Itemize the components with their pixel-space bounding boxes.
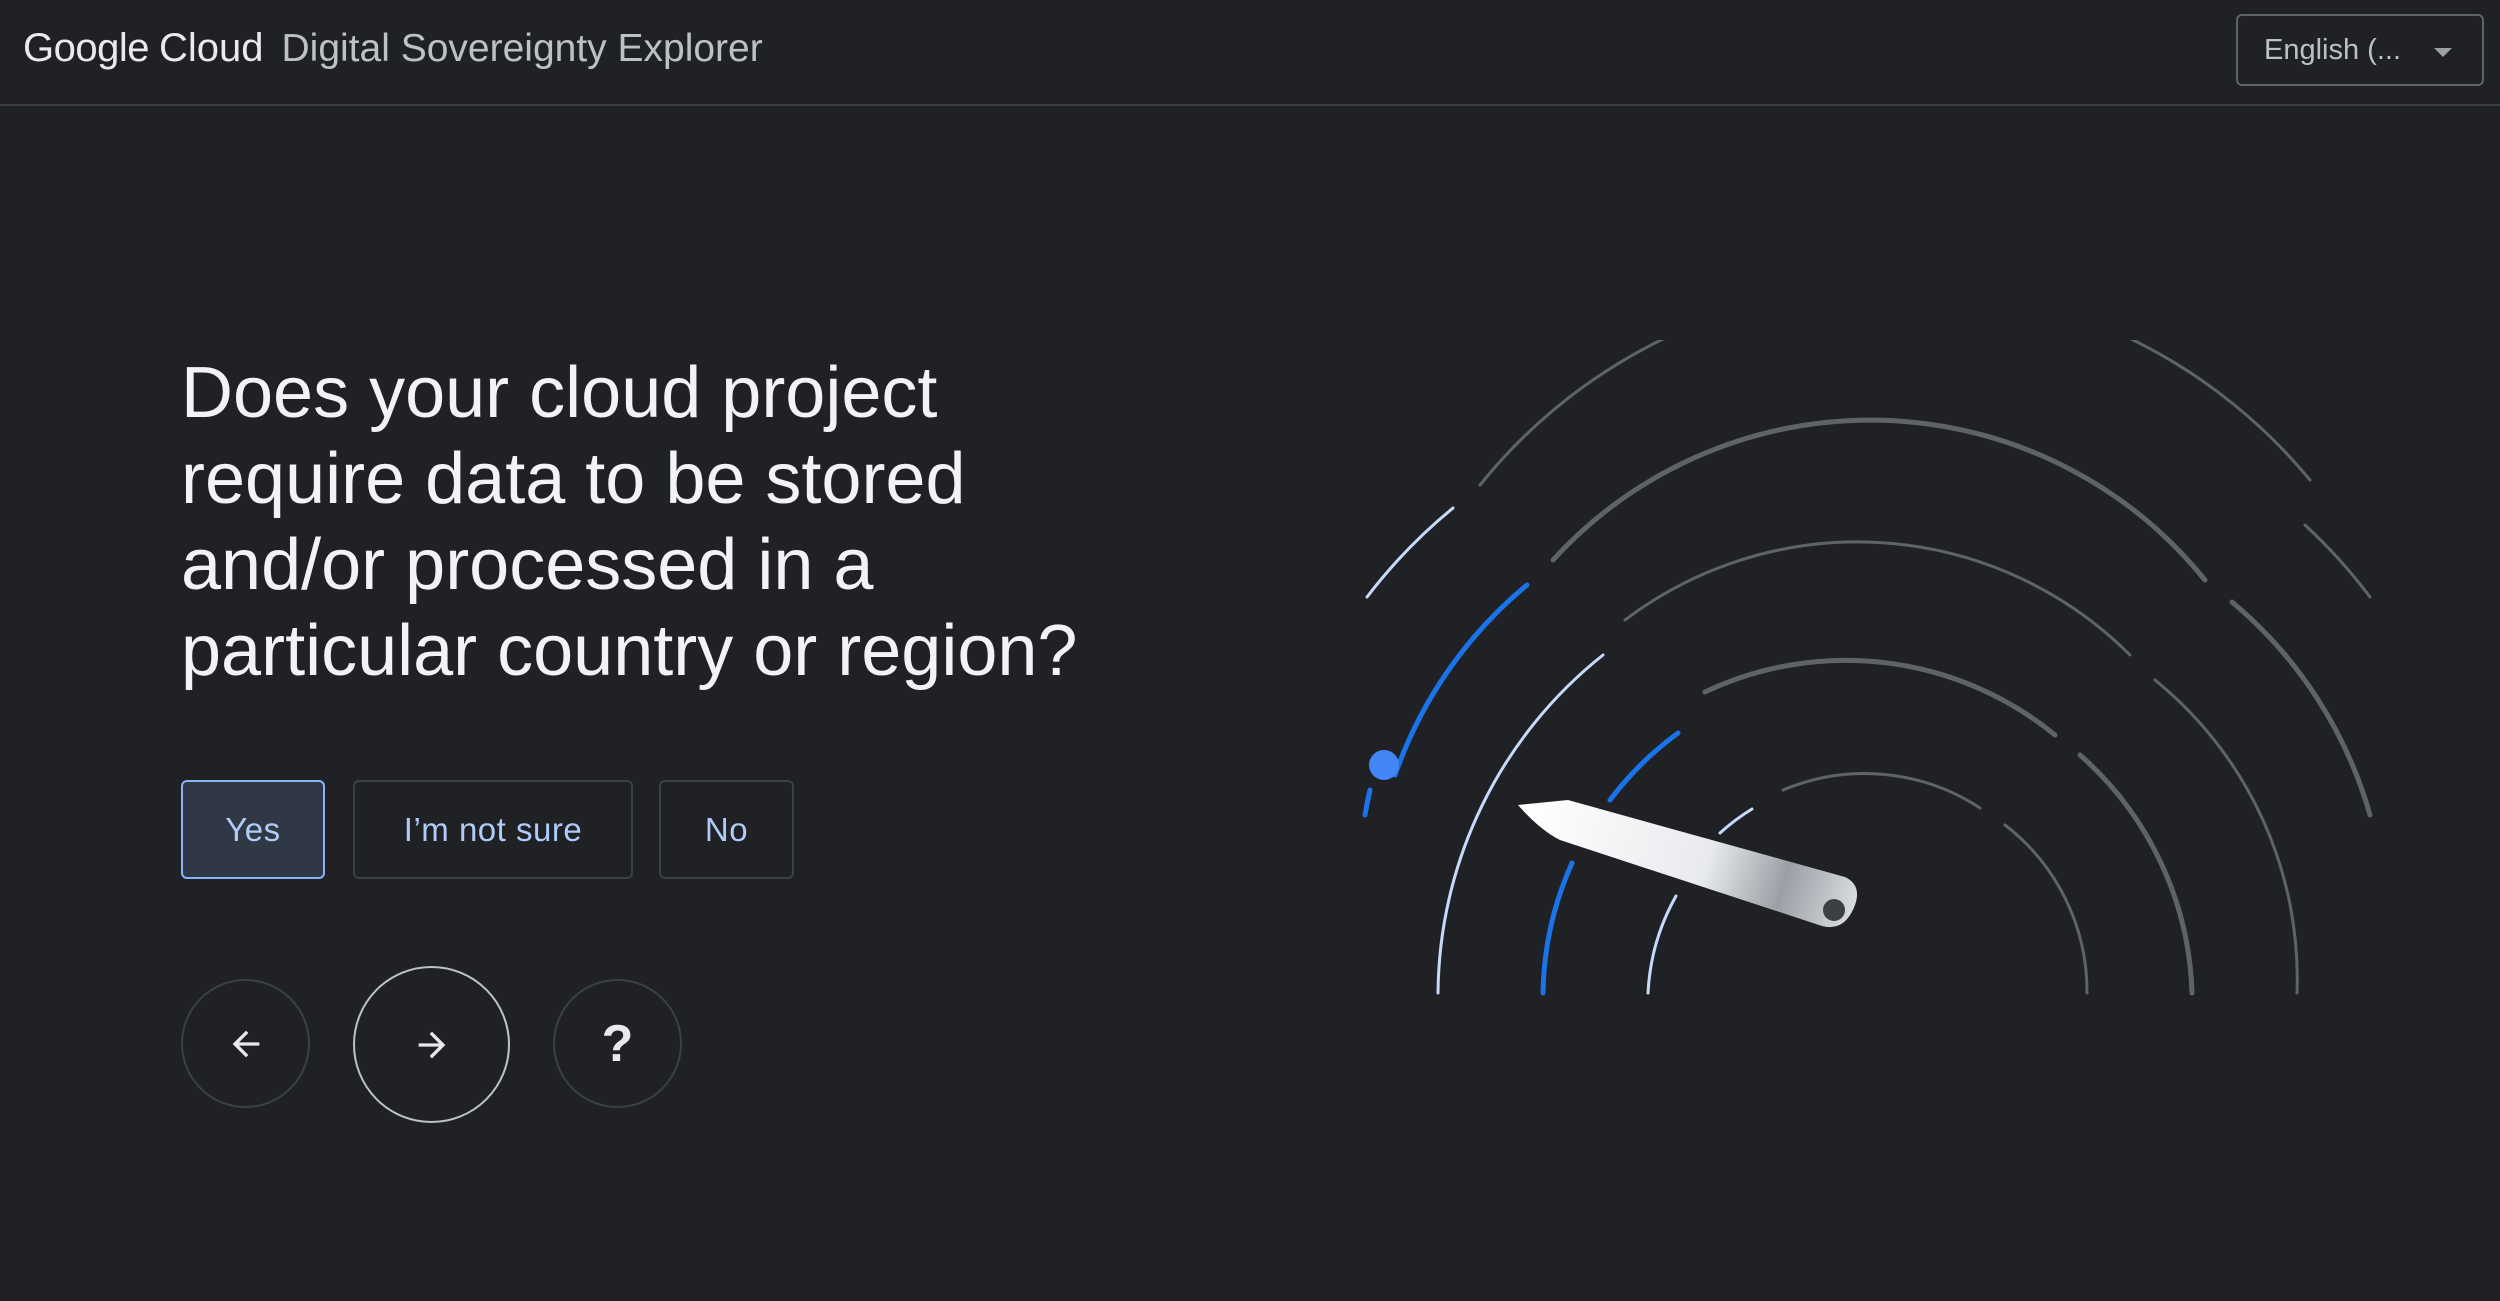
needle-pivot <box>1823 899 1845 921</box>
answer-not-sure-button[interactable]: I’m not sure <box>353 780 633 879</box>
brand-logo[interactable]: Google Cloud Digital Sovereignty Explore… <box>23 26 763 71</box>
radar-illustration <box>1362 340 2373 996</box>
question-text: Does your cloud project require data to … <box>181 353 1078 691</box>
answer-yes-button[interactable]: Yes <box>181 780 325 879</box>
radar-arc-outer-right <box>2303 523 2372 599</box>
google-wordmark: Google <box>23 26 149 70</box>
radar-arc-4-accent <box>1607 730 1681 803</box>
language-select[interactable]: English (... <box>2236 14 2484 86</box>
radar-arc-2-right <box>2229 599 2373 818</box>
radar-arc-4 <box>1702 657 2058 738</box>
radar-arc-inner-light-lower <box>1646 894 1678 995</box>
radar-arc-3-right <box>2153 678 2299 995</box>
radar-marker-dot <box>1369 750 1399 780</box>
radar-needle <box>1518 800 1858 928</box>
top-bar: Google Cloud Digital Sovereignty Explore… <box>0 0 2500 106</box>
radar-arc-inner-right <box>2003 823 2089 995</box>
radar-arc-3 <box>1623 540 2132 657</box>
radar-arc-2-accent-tail <box>1362 787 1373 818</box>
radar-arcs <box>1362 340 2373 996</box>
help-button[interactable]: ? <box>553 979 682 1108</box>
answer-no-button[interactable]: No <box>659 780 794 879</box>
radar-arc-2-accent <box>1392 582 1530 778</box>
radar-arc-outer <box>1478 340 2312 487</box>
arrow-right-icon <box>418 1031 445 1058</box>
radar-arc-inner <box>1781 772 1982 810</box>
arrow-left-icon <box>232 1030 259 1057</box>
product-title: Digital Sovereignty Explorer <box>281 27 763 70</box>
radar-arc-4-right <box>2077 752 2195 996</box>
radar-arc-inner-light <box>1718 807 1754 835</box>
radar-arc-outer-light <box>1365 506 1455 599</box>
dropdown-caret-icon <box>2434 48 2452 57</box>
language-select-value: English (... <box>2264 33 2401 66</box>
radar-arc-2 <box>1550 417 2208 583</box>
help-icon: ? <box>601 1014 634 1073</box>
back-button[interactable] <box>181 979 310 1108</box>
radar-arc-4-accent-lower <box>1540 860 1575 996</box>
cloud-wordmark: Cloud <box>158 26 264 70</box>
next-button[interactable] <box>353 966 510 1123</box>
